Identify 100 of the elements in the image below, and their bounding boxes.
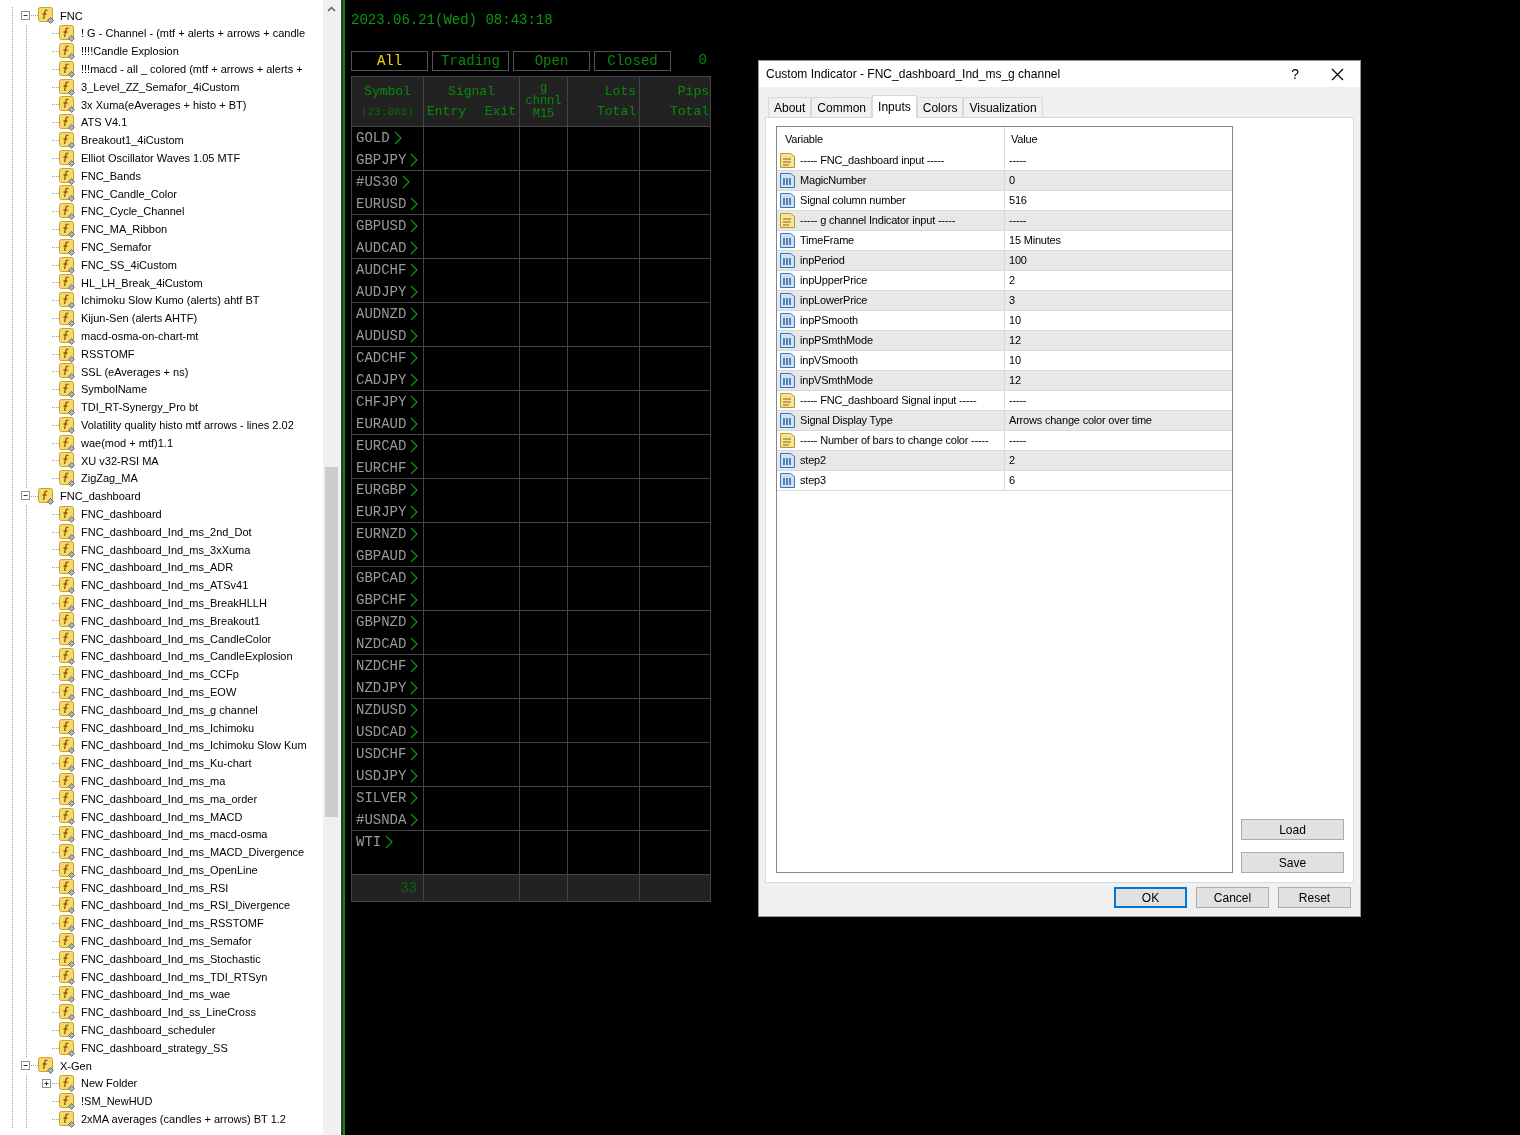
tree-item[interactable]: FNC_dashboard_Ind_ms_Semafor: [27, 932, 323, 951]
symbol-label[interactable]: USDJPY: [356, 765, 407, 787]
tree-item[interactable]: TDI_RT-Synergy_Pro bt: [27, 398, 323, 417]
tree-item[interactable]: wae(mod + mtf)1.1: [27, 434, 323, 452]
dialog-button[interactable]: Reset: [1278, 887, 1351, 908]
tree-item[interactable]: FNC_dashboard_Ind_ms_RSSTOMF: [27, 914, 323, 933]
symbol-label[interactable]: USDCHF: [356, 743, 407, 765]
tree-item[interactable]: Breakout1_4iCustom: [27, 131, 323, 150]
tree-item[interactable]: 2xMA averages (candles + arrows) BT 1.2: [27, 1110, 323, 1129]
collapse-icon[interactable]: [21, 10, 30, 20]
tree-item[interactable]: SymbolName: [27, 380, 323, 399]
filter-button[interactable]: Trading: [432, 50, 509, 71]
chevron-icon[interactable]: [410, 197, 419, 211]
tree-item[interactable]: FNC_dashboard_Ind_ms_3xXuma: [27, 540, 323, 559]
tree-item[interactable]: FNC_dashboard_Ind_ms_EOW: [27, 683, 323, 702]
scroll-up-icon[interactable]: [327, 6, 336, 12]
symbol-label[interactable]: SILVER: [356, 787, 407, 809]
tree-item[interactable]: macd-osma-on-chart-mt: [27, 327, 323, 346]
tab[interactable]: Visualization: [963, 97, 1043, 117]
symbol-label[interactable]: EURCAD: [356, 435, 407, 457]
tree-item[interactable]: New Folder: [27, 1074, 323, 1093]
tree-item[interactable]: !SM_NewHUD: [27, 1092, 323, 1111]
tree-item[interactable]: XU v32-RSI MA: [27, 451, 323, 470]
tree-item[interactable]: FNC_dashboard_Ind_ms_Ku-chart: [27, 754, 323, 773]
tree-item[interactable]: FNC_Bands: [27, 167, 323, 185]
tree-item[interactable]: RSSTOMF: [27, 345, 323, 363]
chevron-icon[interactable]: [410, 351, 419, 365]
tree-item[interactable]: FNC_dashboard_Ind_ms_ma_order: [27, 790, 323, 808]
tree-item[interactable]: FNC_MA_Ribbon: [27, 220, 323, 239]
tree-item[interactable]: HL_LH_Break_4iCustom: [27, 273, 323, 292]
chevron-icon[interactable]: [410, 703, 419, 717]
tree-item[interactable]: Ichimoku Slow Kumo (alerts) ahtf BT: [27, 291, 323, 310]
symbol-label[interactable]: EURNZD: [356, 523, 407, 545]
collapse-icon[interactable]: [21, 1060, 30, 1070]
symbol-label[interactable]: GBPNZD: [356, 611, 407, 633]
input-row[interactable]: step3 6: [777, 471, 1232, 491]
chevron-icon[interactable]: [410, 329, 419, 343]
chevron-icon[interactable]: [410, 527, 419, 541]
chevron-icon[interactable]: [410, 241, 419, 255]
tree-item[interactable]: FNC_dashboard_Ind_ms_macd-osma: [27, 825, 323, 844]
tree-item[interactable]: FNC_Cycle_Channel: [27, 202, 323, 221]
symbol-label[interactable]: GBPAUD: [356, 545, 407, 567]
symbol-label[interactable]: EURGBP: [356, 479, 407, 501]
input-row[interactable]: inpLowerPrice 3: [777, 291, 1232, 311]
tree-item[interactable]: FNC_dashboard_Ind_ms_RSI_Divergence: [27, 896, 323, 915]
tree-item[interactable]: FNC_dashboard_Ind_ms_2nd_Dot: [27, 523, 323, 541]
tree-item[interactable]: FNC_Candle_Color: [27, 184, 323, 203]
filter-button[interactable]: All: [351, 50, 428, 71]
input-row[interactable]: inpPeriod 100: [777, 251, 1232, 271]
tree-item[interactable]: FNC_dashboard_Ind_ss_LineCross: [27, 1003, 323, 1022]
dialog-button[interactable]: Cancel: [1196, 887, 1269, 908]
tree-item[interactable]: ! G - Channel - (mtf + alerts + arrows + candle: [27, 24, 323, 43]
chevron-icon[interactable]: [410, 263, 419, 277]
tree-item[interactable]: FNC_dashboard_Ind_ms_ADR: [27, 558, 323, 577]
tab[interactable]: Inputs: [872, 95, 917, 118]
symbol-label[interactable]: AUDNZD: [356, 303, 407, 325]
tree-item[interactable]: FNC_dashboard: [13, 487, 323, 506]
symbol-label[interactable]: WTI: [356, 831, 382, 853]
symbol-label[interactable]: CHFJPY: [356, 391, 407, 413]
symbol-label[interactable]: CADCHF: [356, 347, 407, 369]
symbol-label[interactable]: NZDJPY: [356, 677, 407, 699]
tree-item[interactable]: FNC_dashboard_strategy_SS: [27, 1039, 323, 1057]
chevron-icon[interactable]: [410, 747, 419, 761]
chevron-icon[interactable]: [410, 791, 419, 805]
tree-item[interactable]: Elliot Oscillator Waves 1.05 MTF: [27, 149, 323, 168]
tree-item[interactable]: Kijun-Sen (alerts AHTF): [27, 309, 323, 328]
tree-item[interactable]: FNC_dashboard_Ind_ms_ATSv41: [27, 576, 323, 595]
tree-item[interactable]: FNC_dashboard_Ind_ms_RSI: [27, 879, 323, 897]
symbol-label[interactable]: USDCAD: [356, 721, 407, 743]
tree-item[interactable]: FNC_dashboard_Ind_ms_ma: [27, 772, 323, 791]
tree-item[interactable]: FNC_Semafor: [27, 238, 323, 257]
chevron-icon[interactable]: [410, 725, 419, 739]
symbol-label[interactable]: GBPCAD: [356, 567, 407, 589]
tree-item[interactable]: !!!macd - all _ colored (mtf + arrows + alerts +: [27, 60, 323, 79]
dialog-button[interactable]: OK: [1114, 887, 1187, 908]
chevron-icon[interactable]: [410, 395, 419, 409]
tree-item[interactable]: FNC_dashboard_Ind_ms_CandleColor: [27, 629, 323, 648]
tree-item[interactable]: FNC_SS_4iCustom: [27, 256, 323, 274]
chevron-icon[interactable]: [410, 373, 419, 387]
chevron-icon[interactable]: [385, 835, 394, 849]
input-row[interactable]: Signal Display Type Arrows change color over time: [777, 411, 1232, 431]
tree-item[interactable]: X-Gen: [13, 1057, 323, 1075]
input-row[interactable]: inpVSmthMode 12: [777, 371, 1232, 391]
chevron-icon[interactable]: [410, 681, 419, 695]
chevron-icon[interactable]: [410, 219, 419, 233]
chevron-icon[interactable]: [410, 417, 419, 431]
symbol-label[interactable]: AUDCHF: [356, 259, 407, 281]
tree-item[interactable]: FNC_dashboard_Ind_ms_Stochastic: [27, 950, 323, 969]
scrollbar[interactable]: [323, 0, 340, 1135]
symbol-label[interactable]: EURUSD: [356, 193, 407, 215]
chevron-icon[interactable]: [410, 307, 419, 321]
symbol-label[interactable]: NZDUSD: [356, 699, 407, 721]
chevron-icon[interactable]: [410, 153, 419, 167]
filter-button[interactable]: Closed: [594, 50, 671, 71]
tab[interactable]: Common: [811, 97, 873, 117]
symbol-label[interactable]: GBPJPY: [356, 149, 407, 171]
tree-item[interactable]: Volatility quality histo mtf arrows - lines 2.02: [27, 416, 323, 435]
tree-item[interactable]: FNC_dashboard_Ind_ms_Ichimoku Slow Kum: [27, 736, 323, 755]
input-row[interactable]: inpPSmthMode 12: [777, 331, 1232, 351]
side-button[interactable]: Save: [1241, 852, 1344, 873]
